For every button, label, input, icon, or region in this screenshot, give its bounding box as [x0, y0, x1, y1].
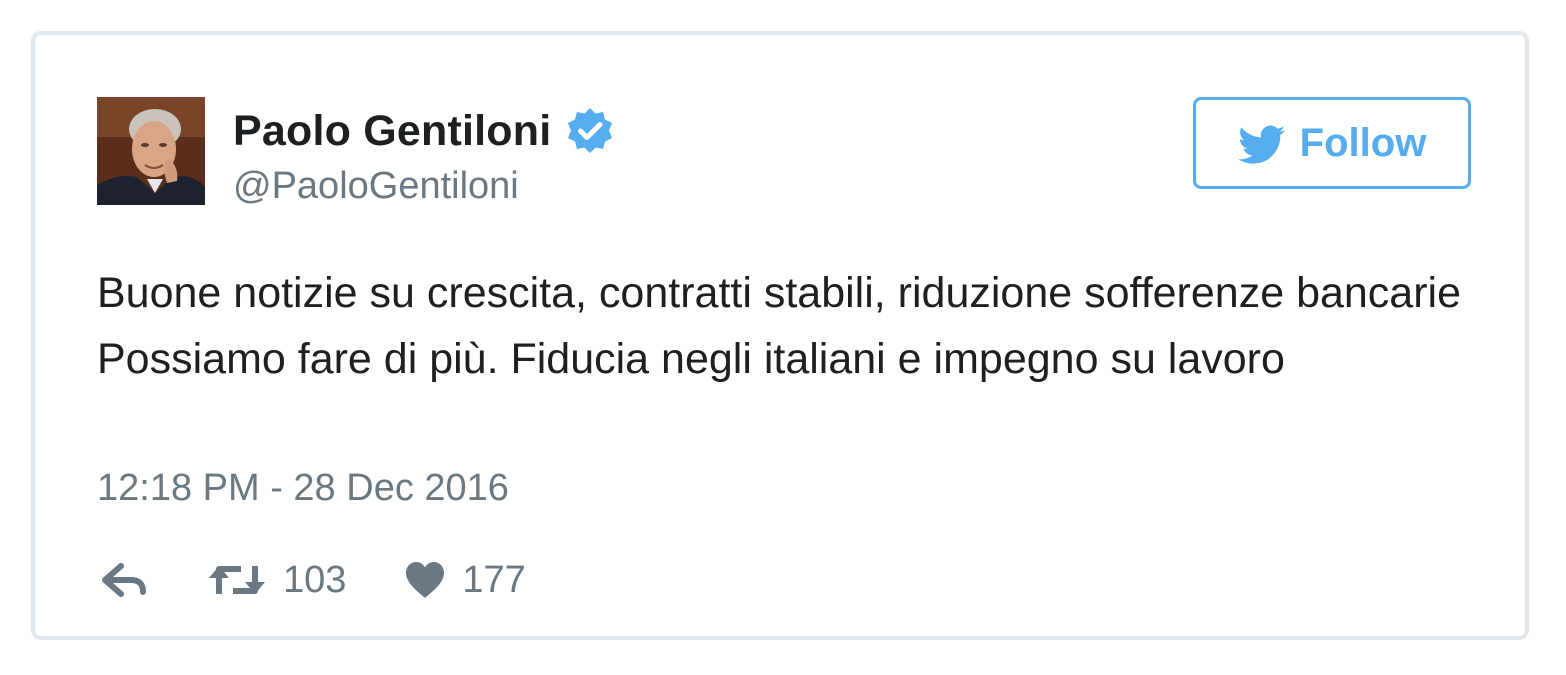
twitter-bird-icon: [1237, 125, 1285, 164]
follow-button-label: Follow: [1299, 120, 1427, 165]
tweet-timestamp[interactable]: 12:18 PM - 28 Dec 2016: [97, 467, 509, 510]
like-button[interactable]: 177: [404, 558, 526, 602]
retweet-icon: [209, 566, 265, 594]
tweet-actions: 103 177: [101, 555, 526, 605]
tweet-card: Paolo Gentiloni @PaoloGentiloni Follow B…: [31, 31, 1529, 640]
verified-badge-icon: [565, 106, 615, 156]
author-name-row: Paolo Gentiloni: [233, 103, 615, 159]
retweet-count: 103: [283, 558, 347, 601]
follow-button[interactable]: Follow: [1193, 97, 1471, 189]
heart-icon: [406, 562, 445, 598]
author-handle[interactable]: @PaoloGentiloni: [233, 165, 519, 208]
avatar[interactable]: [97, 97, 205, 205]
reply-button[interactable]: [101, 560, 149, 600]
avatar-photo: [97, 97, 205, 205]
retweet-button[interactable]: 103: [207, 559, 346, 602]
like-count: 177: [462, 558, 526, 601]
author-name[interactable]: Paolo Gentiloni: [233, 107, 551, 156]
reply-icon: [102, 563, 146, 597]
tweet-text: Buone notizie su crescita, contratti sta…: [97, 269, 1462, 383]
